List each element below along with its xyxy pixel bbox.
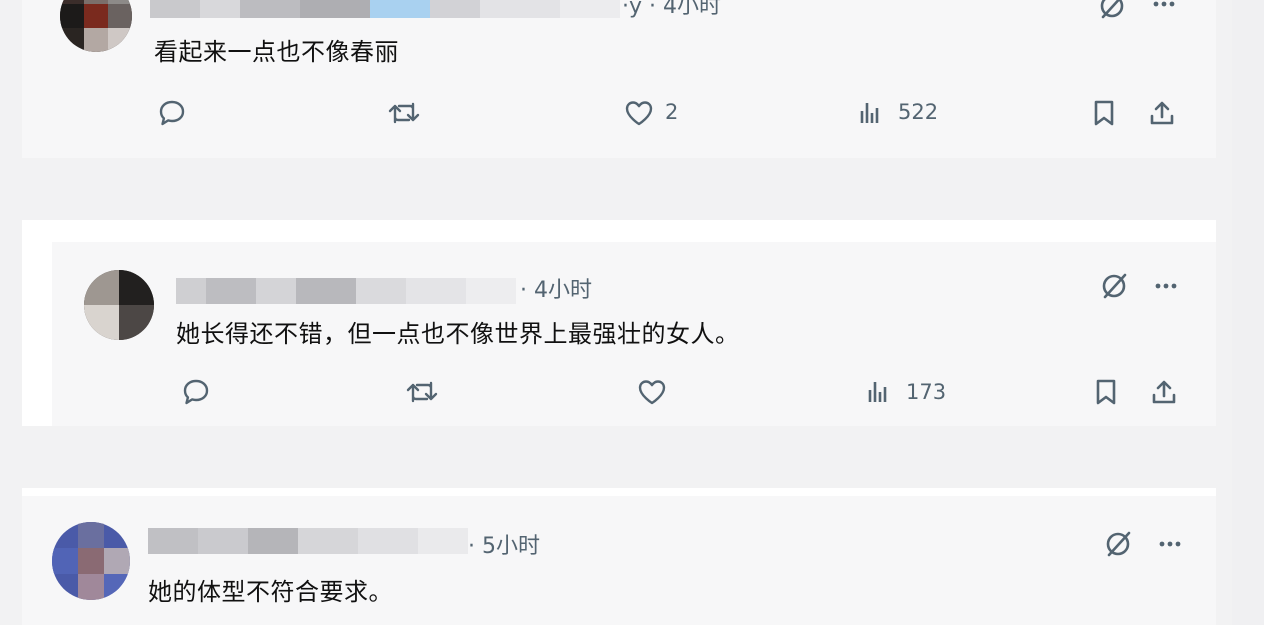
- page-right-gutter: [1232, 0, 1264, 625]
- more-dots-icon[interactable]: [1150, 270, 1182, 302]
- more-dots-icon[interactable]: [1154, 528, 1186, 560]
- reply-text: 她长得还不错，但一点也不像世界上最强壮的女人。: [176, 320, 740, 348]
- repost-icon: [406, 381, 438, 403]
- share-upload-icon: [1152, 380, 1176, 404]
- repost-button[interactable]: [384, 95, 424, 131]
- speech-bubble-icon: [183, 379, 209, 405]
- bar-chart-icon: [868, 382, 887, 402]
- reply-text: 看起来一点也不像春丽: [154, 38, 399, 66]
- views-count: 173: [906, 380, 947, 404]
- share-button[interactable]: [1144, 95, 1180, 131]
- grok-slash-icon[interactable]: [1096, 268, 1132, 304]
- share-upload-icon: [1150, 101, 1174, 125]
- bookmark-icon: [1096, 379, 1116, 405]
- grok-slash-icon[interactable]: [1094, 0, 1130, 24]
- username-blurred[interactable]: [148, 528, 468, 554]
- avatar[interactable]: [60, 0, 132, 52]
- repost-button[interactable]: [402, 374, 442, 410]
- reply-button[interactable]: [152, 95, 192, 131]
- reply-button[interactable]: [176, 374, 216, 410]
- bar-chart-icon: [860, 103, 879, 123]
- reply-card[interactable]: · 4小时 她长得还不错，但一点也不像世界上最强壮的女人。 173: [52, 242, 1216, 426]
- timestamp[interactable]: ·y · 4小时: [622, 0, 721, 20]
- speech-bubble-icon: [159, 100, 185, 126]
- like-button[interactable]: [632, 374, 672, 410]
- like-count: 2: [665, 100, 679, 124]
- reply-text: 她的体型不符合要求。: [148, 578, 393, 606]
- timestamp[interactable]: · 5小时: [468, 528, 540, 560]
- views-button[interactable]: [852, 95, 888, 131]
- reply-card[interactable]: · 5小时 她的体型不符合要求。: [22, 496, 1216, 625]
- like-button[interactable]: [619, 95, 659, 131]
- bookmark-icon: [1094, 100, 1114, 126]
- heart-icon: [625, 101, 653, 126]
- username-blurred[interactable]: [176, 278, 516, 304]
- avatar[interactable]: [84, 270, 154, 340]
- heart-icon: [638, 380, 666, 405]
- reply-card[interactable]: ·y · 4小时 看起来一点也不像春丽 2 522: [22, 0, 1216, 158]
- bookmark-button[interactable]: [1086, 95, 1122, 131]
- share-button[interactable]: [1146, 374, 1182, 410]
- views-button[interactable]: [860, 374, 896, 410]
- avatar[interactable]: [52, 522, 130, 600]
- bookmark-button[interactable]: [1088, 374, 1124, 410]
- timestamp[interactable]: · 4小时: [520, 272, 592, 304]
- repost-icon: [388, 102, 420, 124]
- views-count: 522: [898, 100, 939, 124]
- grok-slash-icon[interactable]: [1100, 526, 1136, 562]
- more-dots-icon[interactable]: [1148, 0, 1180, 20]
